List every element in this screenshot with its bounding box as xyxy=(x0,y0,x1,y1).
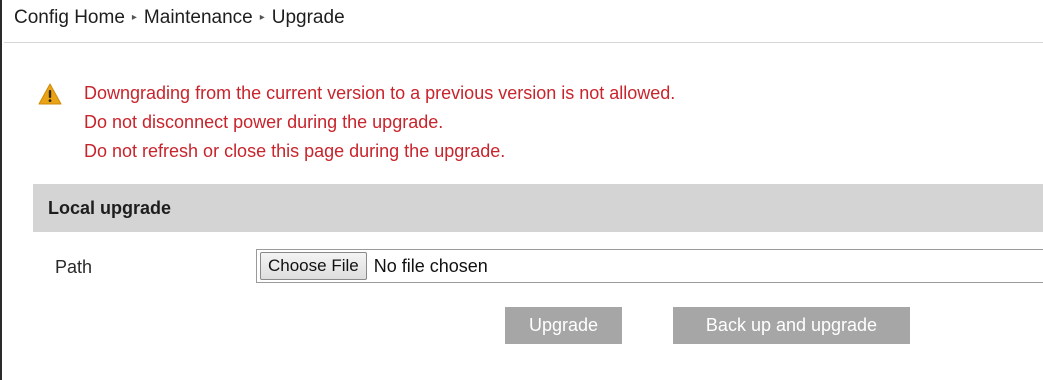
breadcrumb: Config Home ▸ Maintenance ▸ Upgrade xyxy=(14,4,345,32)
header-divider xyxy=(4,42,1043,43)
warning-line-downgrade: Downgrading from the current version to … xyxy=(84,83,676,103)
warning-line-refresh: Do not refresh or close this page during… xyxy=(84,141,506,161)
breadcrumb-maintenance[interactable]: Maintenance xyxy=(144,7,253,29)
backup-and-upgrade-button[interactable]: Back up and upgrade xyxy=(673,307,910,344)
file-input[interactable]: Choose File No file chosen xyxy=(256,249,1043,283)
section-title: Local upgrade xyxy=(48,197,172,218)
breadcrumb-separator-icon: ▸ xyxy=(131,11,137,23)
local-upgrade-header: Local upgrade xyxy=(33,184,1043,232)
choose-file-button[interactable]: Choose File xyxy=(260,252,367,280)
breadcrumb-upgrade: Upgrade xyxy=(271,7,345,28)
upgrade-button[interactable]: Upgrade xyxy=(505,307,622,344)
file-status-text: No file chosen xyxy=(373,255,488,276)
warning-line-power: Do not disconnect power during the upgra… xyxy=(84,112,444,132)
breadcrumb-separator-icon: ▸ xyxy=(259,11,265,23)
warning-text: Downgrading from the current version to … xyxy=(84,79,675,166)
breadcrumb-config-home[interactable]: Config Home xyxy=(14,7,125,29)
upgrade-page: Config Home ▸ Maintenance ▸ Upgrade Down… xyxy=(0,0,1043,380)
warning-triangle-icon xyxy=(38,83,62,105)
path-label: Path xyxy=(55,257,93,277)
